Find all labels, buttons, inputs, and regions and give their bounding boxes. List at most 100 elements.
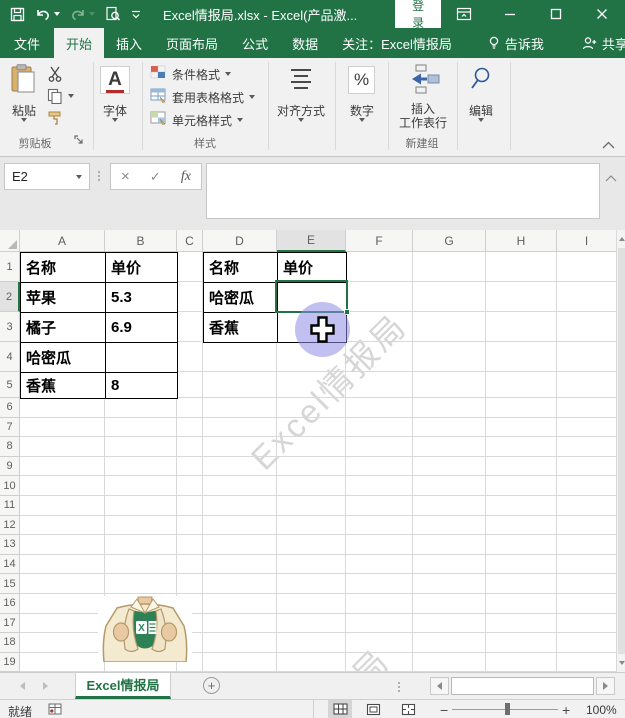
font-label[interactable]: 字体 [92,102,138,119]
vertical-scrollbar[interactable] [616,230,625,672]
horizontal-scrollbar-thumb[interactable] [451,677,594,695]
tab-insert[interactable]: 插入 [104,28,154,58]
select-all-button[interactable] [0,230,20,252]
insert-function-icon[interactable]: fx [181,169,191,185]
normal-view-button[interactable] [328,700,352,718]
font-icon[interactable]: A [100,66,130,94]
formula-input[interactable] [206,163,600,219]
alignment-icon[interactable] [289,67,313,92]
row-header-3[interactable]: 3 [0,312,20,342]
cell-E1[interactable]: 单价 [278,253,347,283]
copy-dropdown-icon[interactable] [68,94,74,98]
copy-icon[interactable] [47,88,63,107]
number-label[interactable]: 数字 [343,102,381,119]
row-header-17[interactable]: 17 [0,613,20,634]
conditional-formatting-button[interactable]: 条件格式 [150,65,232,83]
zoom-level[interactable]: 100% [586,703,617,717]
row-header-6[interactable]: 6 [0,398,20,418]
edit-dropdown-icon[interactable] [478,118,484,122]
scroll-right-icon[interactable] [596,677,615,695]
close-button[interactable] [579,0,625,28]
cell-B5[interactable]: 8 [106,373,178,399]
customize-qat-icon[interactable] [131,10,141,19]
cancel-icon[interactable]: × [121,168,130,185]
alignment-label[interactable]: 对齐方式 [270,102,332,119]
cell-B4[interactable] [106,343,178,373]
alignment-dropdown-icon[interactable] [298,118,304,122]
cell-B1[interactable]: 单价 [106,253,178,283]
row-header-4[interactable]: 4 [0,342,20,372]
font-dropdown-icon[interactable] [112,118,118,122]
cell-A4[interactable]: 哈密瓜 [21,343,106,373]
zoom-out-button[interactable]: − [440,702,448,718]
undo-dropdown-icon[interactable] [54,12,60,16]
column-header-G[interactable]: G [413,230,486,252]
row-header-13[interactable]: 13 [0,535,20,555]
cut-icon[interactable] [47,66,64,85]
cell-D1[interactable]: 名称 [204,253,278,283]
row-header-7[interactable]: 7 [0,417,20,438]
tab-share[interactable]: 共享 [570,28,625,58]
collapse-ribbon-icon[interactable] [602,138,615,152]
cell-styles-button[interactable]: 单元格样式 [150,111,244,129]
ribbon-display-options-icon[interactable] [441,0,487,28]
row-header-2[interactable]: 2 [0,282,20,312]
cell-B2[interactable]: 5.3 [106,283,178,313]
cell-A1[interactable]: 名称 [21,253,106,283]
next-sheet-icon[interactable] [43,682,48,690]
minimize-button[interactable] [487,0,533,28]
column-header-C[interactable]: C [177,230,203,252]
row-header-8[interactable]: 8 [0,437,20,457]
column-header-H[interactable]: H [486,230,557,252]
paste-icon[interactable] [10,64,37,97]
tab-tell-me[interactable]: 告诉我 [476,28,556,58]
number-dropdown-icon[interactable] [359,118,365,122]
cell-A5[interactable]: 香蕉 [21,373,106,399]
maximize-button[interactable] [533,0,579,28]
row-header-19[interactable]: 19 [0,652,20,672]
cell-A2[interactable]: 苹果 [21,283,106,313]
zoom-slider-handle[interactable] [505,703,510,715]
insert-row-label-line2[interactable]: 工作表行 [394,114,452,131]
column-header-D[interactable]: D [203,230,277,252]
insert-worksheet-row-icon[interactable] [406,64,440,97]
row-header-18[interactable]: 18 [0,633,20,653]
row-header-5[interactable]: 5 [0,372,20,398]
tab-page-layout[interactable]: 页面布局 [154,28,230,58]
tab-file[interactable]: 文件 [0,28,54,58]
paste-label[interactable]: 粘贴 [4,102,44,119]
page-layout-view-button[interactable] [361,700,385,718]
undo-button[interactable] [35,7,60,21]
tab-data[interactable]: 数据 [280,28,330,58]
sheet-tab-active[interactable]: Excel情报局 [75,673,171,699]
number-format-icon[interactable]: % [348,66,375,94]
page-break-view-button[interactable] [396,700,420,718]
row-header-14[interactable]: 14 [0,554,20,575]
spreadsheet-grid[interactable]: Excel情报局 Excel情报局 ABCDEFGHI1234567891011… [0,230,625,672]
edit-label[interactable]: 编辑 [458,102,504,119]
row-header-9[interactable]: 9 [0,456,20,477]
print-preview-icon[interactable] [105,6,121,22]
cell-D2[interactable]: 哈密瓜 [204,283,278,313]
save-icon[interactable] [10,7,25,22]
horizontal-scrollbar[interactable] [430,677,615,695]
cell-D3[interactable]: 香蕉 [204,313,278,343]
vertical-scrollbar-thumb[interactable] [618,248,625,654]
row-header-16[interactable]: 16 [0,594,20,614]
row-header-11[interactable]: 11 [0,496,20,516]
tab-follow[interactable]: 关注：Excel情报局 [330,28,464,58]
scroll-up-icon[interactable] [617,231,625,247]
cell-B3[interactable]: 6.9 [106,313,178,343]
format-painter-icon[interactable] [47,110,64,129]
format-as-table-button[interactable]: 套用表格格式 [150,88,256,106]
row-header-10[interactable]: 10 [0,476,20,496]
new-sheet-button[interactable]: + [203,677,220,694]
enter-icon[interactable]: ✓ [150,169,161,185]
paste-dropdown-icon[interactable] [21,118,27,122]
zoom-in-button[interactable]: + [562,702,570,718]
tab-formulas[interactable]: 公式 [230,28,280,58]
column-header-F[interactable]: F [346,230,413,252]
scroll-down-icon[interactable] [617,655,625,671]
clipboard-dialog-launcher-icon[interactable] [74,135,85,149]
previous-sheet-icon[interactable] [20,682,25,690]
